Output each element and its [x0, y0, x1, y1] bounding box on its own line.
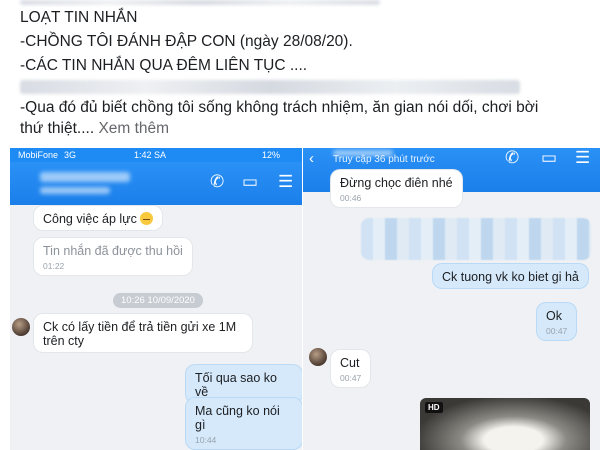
message-time: 10:44 [195, 435, 217, 445]
cropped-text-line [20, 0, 380, 5]
clock-label: 1:42 SA [134, 150, 167, 160]
phone-call-icon[interactable]: ✆ [210, 172, 224, 192]
chat-header: ✆ ▭ ☰ [10, 162, 302, 205]
message-bubble-sent: Ma cũng ko nói gì 10:44 [186, 398, 302, 449]
chat-screenshot-right: ‹ Truy cập 36 phút trước ✆ ▭ ☰ Đừng chọc… [303, 148, 600, 450]
phone-call-icon[interactable]: ✆ [505, 148, 519, 168]
post-line-5-text: thứ thiệt.... [20, 120, 95, 137]
message-bubble-sent: Ck tuong vk ko biet gi hả [433, 264, 588, 288]
last-seen-label: Truy cập 36 phút trước [333, 154, 435, 165]
post-line-4: -Qua đó đủ biết chồng tôi sống không trá… [20, 99, 539, 116]
message-bubble: Đừng chọc điên nhé 00:46 [331, 170, 462, 207]
hd-badge: HD [425, 402, 443, 413]
post-line-3: -CÁC TIN NHẮN QUA ĐÊM LIÊN TỤC .... [20, 57, 308, 74]
message-bubble: Công việc áp lực [34, 206, 163, 230]
message-bubble: Ck có lấy tiền để trả tiền gửi xe 1M trê… [34, 314, 252, 352]
post-line-1: LOẠT TIN NHẮN [20, 9, 138, 26]
carrier-label: MobiFone [18, 150, 59, 160]
message-text: Ma cũng ko nói gì [195, 404, 280, 432]
back-arrow-icon[interactable]: ‹ [309, 150, 314, 167]
message-time: 01:22 [43, 261, 65, 271]
recalled-message-text: Tin nhắn đã được thu hồi [43, 244, 183, 258]
post-line-5: thứ thiệt.... Xem thêm [20, 120, 169, 138]
avatar [309, 348, 327, 366]
chat-screenshot-left: MobiFone 3G 1:42 SA 12% ✆ ▭ ☰ Công việc … [10, 148, 302, 450]
message-text: Cut [340, 356, 360, 370]
message-text: Ck tuong vk ko biet gi hả [442, 270, 579, 284]
message-time: 00:47 [340, 373, 362, 383]
blurred-text-line [20, 80, 520, 94]
message-text: Tối qua sao ko về [195, 371, 277, 399]
network-label: 3G [64, 150, 77, 160]
message-bubble: Tin nhắn đã được thu hồi 01:22 [34, 238, 192, 275]
menu-icon[interactable]: ☰ [575, 148, 590, 168]
video-thumbnail[interactable]: HD [420, 398, 590, 450]
post-line-2: -CHỒNG TÔI ĐÁNH ĐẬP CON (ngày 28/08/20). [20, 33, 353, 50]
message-bubble-sent: Ok 00:47 [537, 303, 577, 340]
video-call-icon[interactable]: ▭ [242, 172, 258, 192]
date-divider: 10:26 10/09/2020 [113, 293, 203, 308]
message-text: Ok [546, 309, 562, 323]
message-time: 00:47 [546, 326, 568, 336]
contact-name-blurred [40, 172, 130, 182]
message-text: Công việc áp lực [43, 212, 137, 226]
sweat-smile-emoji-icon [140, 212, 154, 225]
status-bar: MobiFone 3G 1:42 SA 12% [10, 148, 302, 162]
message-time: 00:46 [340, 193, 362, 203]
battery-label: 12% [262, 150, 281, 160]
message-bubble: Cut 00:47 [331, 350, 371, 387]
redacted-message [361, 218, 591, 260]
video-call-icon[interactable]: ▭ [541, 148, 557, 168]
menu-icon[interactable]: ☰ [278, 172, 293, 192]
message-text: Đừng chọc điên nhé [340, 176, 453, 190]
see-more-link[interactable]: Xem thêm [98, 120, 169, 137]
message-text: Ck có lấy tiền để trả tiền gửi xe 1M trê… [43, 320, 237, 348]
post-body: LOẠT TIN NHẮN -CHỒNG TÔI ĐÁNH ĐẬP CON (n… [0, 0, 600, 145]
avatar [12, 318, 30, 336]
contact-status-blurred [40, 187, 110, 194]
